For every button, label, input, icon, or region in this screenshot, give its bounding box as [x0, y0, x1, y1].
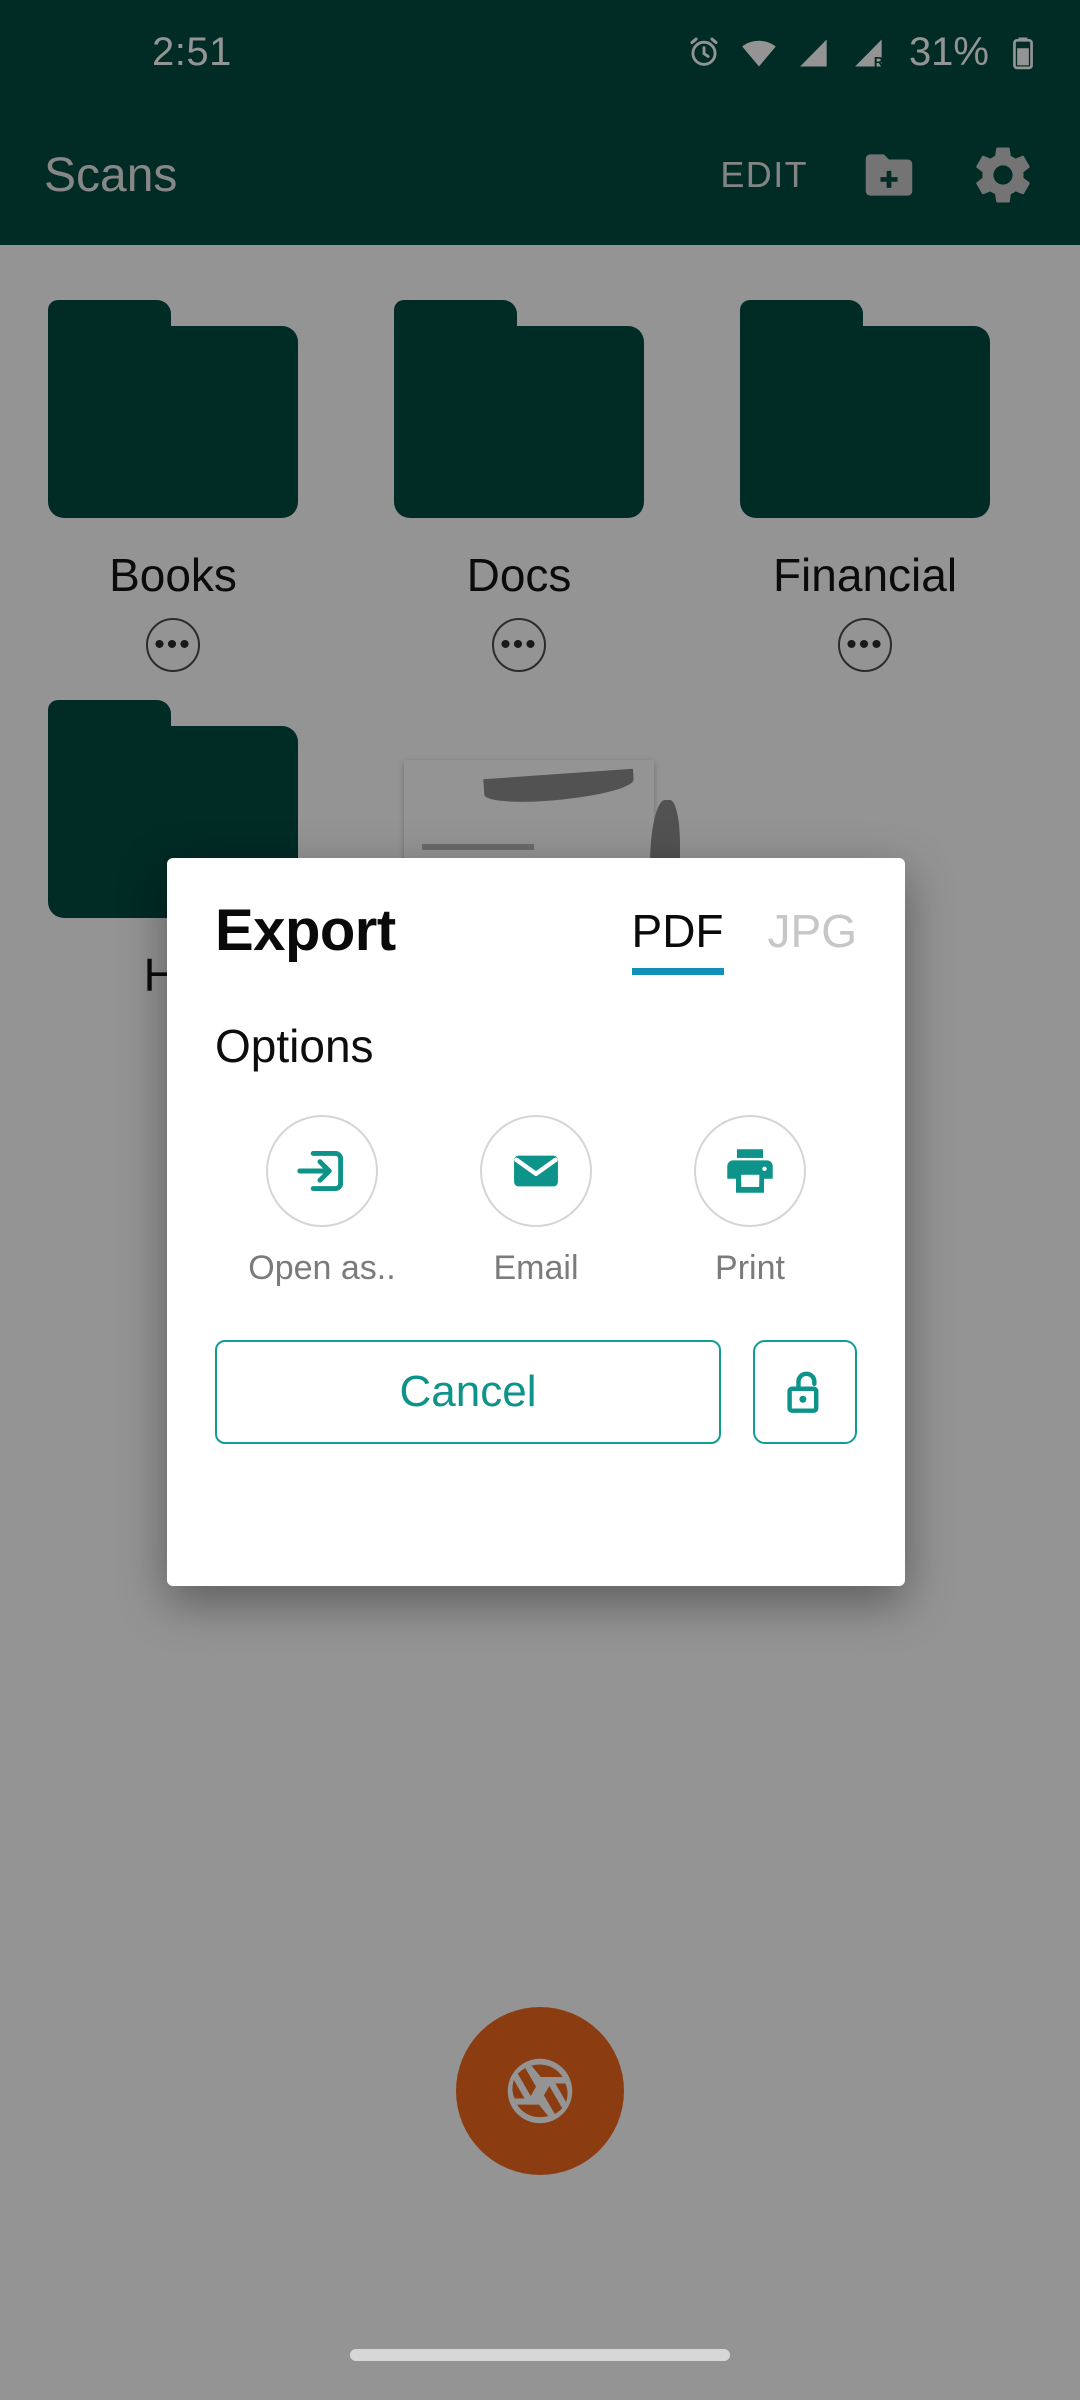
nav-home-pill[interactable]: [350, 2349, 730, 2361]
gesture-nav-bar: [0, 2310, 1080, 2400]
options-section-label: Options: [215, 1020, 374, 1072]
email-icon: [514, 1155, 558, 1187]
option-email[interactable]: Email: [429, 1115, 643, 1288]
option-icon-circle[interactable]: [694, 1115, 806, 1227]
dialog-title: Export: [215, 898, 396, 963]
option-label: Print: [715, 1249, 785, 1287]
option-label: Open as..: [248, 1249, 396, 1287]
tab-pdf[interactable]: PDF: [631, 904, 724, 975]
dialog-action-row: Cancel: [215, 1340, 857, 1444]
option-open-as[interactable]: Open as..: [215, 1115, 429, 1288]
phone-screen: Books ••• Docs ••• Financial ••• 2:51 R …: [0, 0, 1080, 2400]
tab-jpg[interactable]: JPG: [768, 904, 857, 975]
print-icon: [727, 1149, 773, 1193]
format-tab-group: PDF JPG: [631, 902, 857, 975]
lock-button[interactable]: [753, 1340, 857, 1444]
option-print[interactable]: Print: [643, 1115, 857, 1288]
export-dialog: Export PDF JPG Options Open as.. Email P…: [167, 858, 905, 1586]
cancel-button[interactable]: Cancel: [215, 1340, 721, 1444]
options-row: Open as.. Email Print: [215, 1115, 857, 1288]
option-icon-circle[interactable]: [266, 1115, 378, 1227]
option-label: Email: [493, 1249, 579, 1287]
dialog-header: Export PDF JPG: [215, 902, 857, 975]
open-in-icon: [297, 1150, 344, 1192]
unlock-icon: [787, 1371, 819, 1413]
option-icon-circle[interactable]: [480, 1115, 592, 1227]
